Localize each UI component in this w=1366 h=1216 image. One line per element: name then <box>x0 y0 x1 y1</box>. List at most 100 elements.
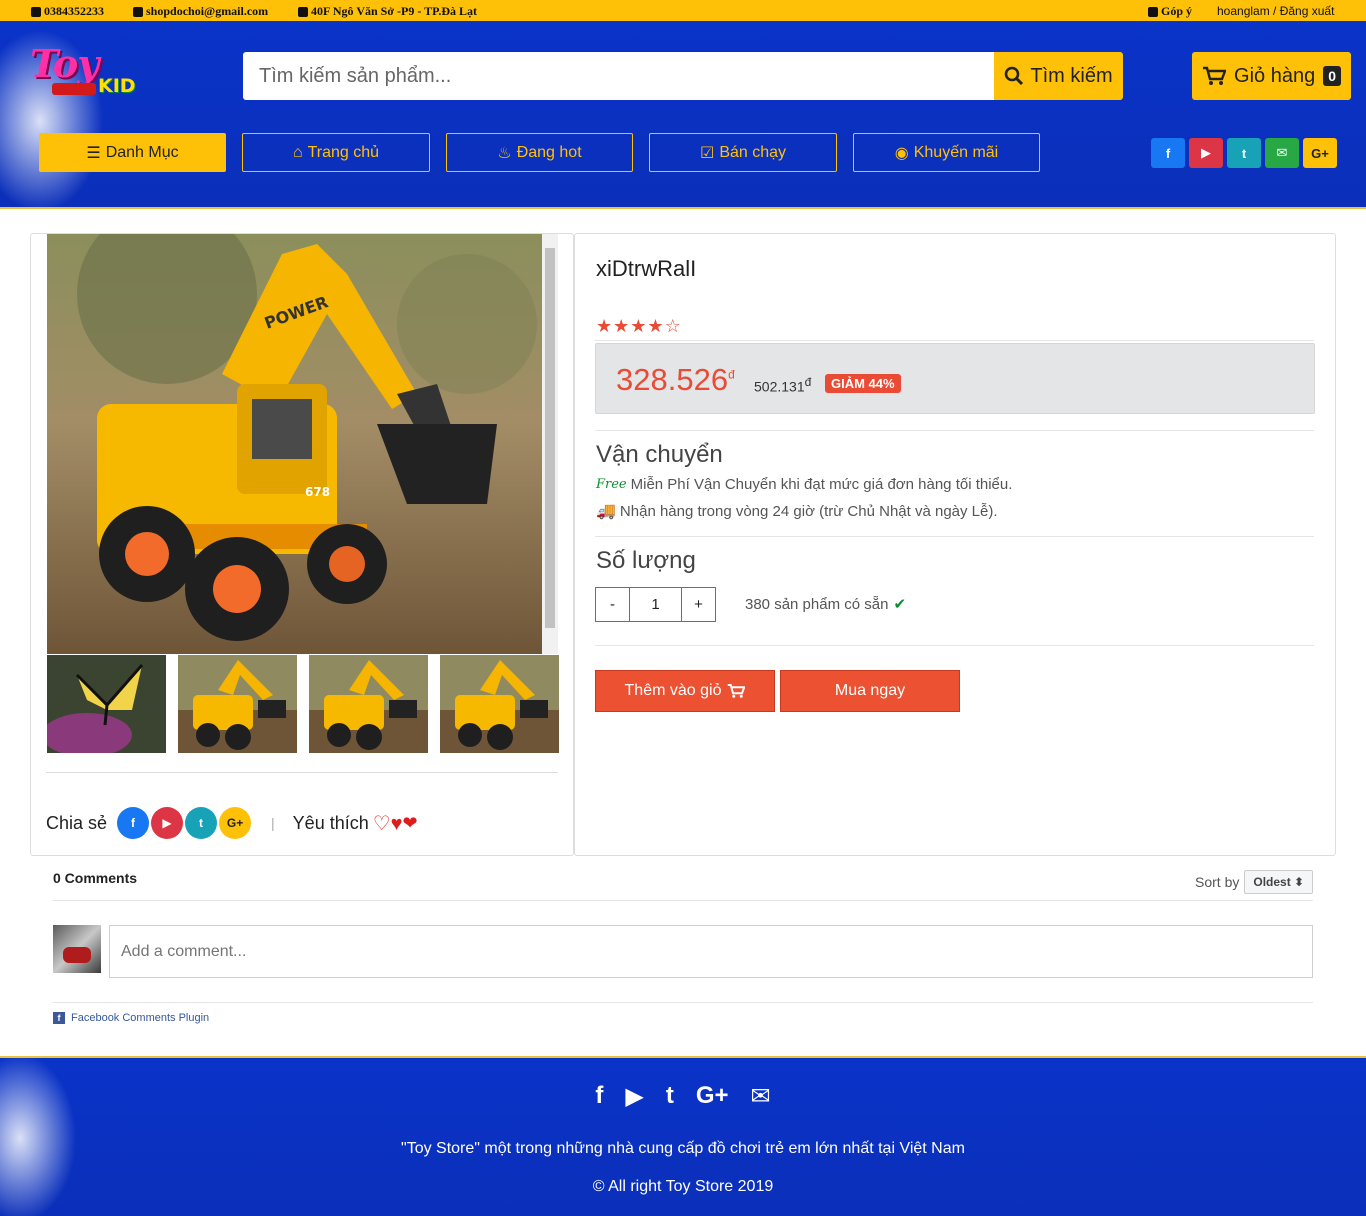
twitter-icon[interactable]: t <box>666 1082 674 1111</box>
qty-plus-button[interactable]: + <box>681 587 716 622</box>
user-logout-label: hoanglam / Đăng xuất <box>1217 4 1335 18</box>
excavator-thumb-image <box>309 655 428 753</box>
scrollbar-thumb[interactable] <box>545 248 555 628</box>
site-header: Toy KID Tìm kiếm Giỏ hàng 0 ☰Danh Mục ⌂T… <box>0 21 1366 209</box>
qty-minus-button[interactable]: - <box>595 587 630 622</box>
email-contact: shopdochoi@gmail.com <box>133 4 268 19</box>
product-gallery: POWER 678 Chia sẻ f ▶ t G+ | Yêu thích ♡… <box>30 233 574 856</box>
google-plus-icon[interactable]: G+ <box>1303 138 1337 168</box>
twitter-icon[interactable]: t <box>185 807 218 839</box>
phone-contact: 0384352233 <box>31 4 104 19</box>
logo-toy-text: Toy <box>30 41 99 86</box>
facebook-plugin-link[interactable]: f Facebook Comments Plugin <box>53 1012 209 1024</box>
facebook-icon[interactable]: f <box>117 807 150 839</box>
search-button-label: Tìm kiếm <box>1030 64 1113 87</box>
buy-now-button[interactable]: Mua ngay <box>780 670 960 712</box>
google-plus-icon[interactable]: G+ <box>219 807 252 839</box>
thumbnail-excavator-1[interactable] <box>178 655 297 753</box>
facebook-icon[interactable]: f <box>595 1082 603 1111</box>
comment-input[interactable] <box>109 925 1313 978</box>
cart-button[interactable]: Giỏ hàng 0 <box>1192 52 1351 100</box>
thumbnail-butterfly[interactable] <box>47 655 166 753</box>
divider <box>595 645 1314 646</box>
facebook-icon[interactable]: f <box>1151 138 1185 168</box>
nav-trang-chu[interactable]: ⌂ Trang chủ <box>242 133 430 172</box>
nav-label: Danh Mục <box>105 143 179 161</box>
like-label: Yêu thích <box>292 812 369 833</box>
thumbnail-excavator-2[interactable] <box>309 655 428 753</box>
heart-icon[interactable]: ♡♥ <box>373 811 403 836</box>
comments-divider <box>53 900 1313 901</box>
nav-ban-chay[interactable]: ☑ Bán chạy <box>649 133 837 172</box>
search-input[interactable] <box>243 52 994 100</box>
excavator-thumb-image <box>440 655 559 753</box>
product-main-image[interactable]: POWER 678 <box>47 234 542 654</box>
truck-icon: 🚚 <box>596 503 616 520</box>
google-plus-icon[interactable]: G+ <box>696 1082 729 1111</box>
user-logout-link[interactable]: hoanglam / Đăng xuất <box>1217 4 1334 18</box>
top-contact-bar: 0384352233 shopdochoi@gmail.com 40F Ngô … <box>0 0 1366 21</box>
star-half-icon: ☆ <box>664 316 682 336</box>
nav-label: Trang chủ <box>307 143 380 161</box>
heartbeat-icon: ❤ <box>402 812 418 833</box>
stock-info: 380 sản phẩm có sẵn ✔ <box>745 595 907 614</box>
free-icon: Free <box>596 477 627 492</box>
footer-tagline: "Toy Store" một trong những nhà cung cấp… <box>401 1140 965 1157</box>
star-icon: ★ <box>647 316 665 336</box>
free-shipping-text: Miễn Phí Vận Chuyển khi đạt mức giá đơn … <box>630 476 1013 493</box>
store-address: 40F Ngô Văn Sở -P9 - TP.Đà Lạt <box>311 4 477 18</box>
search-icon <box>1005 66 1024 86</box>
avatar-bike-image <box>63 947 91 963</box>
email-icon[interactable]: ✉ <box>751 1082 771 1111</box>
image-scrollbar[interactable] <box>542 234 558 654</box>
email-icon[interactable]: ✉ <box>1265 138 1299 168</box>
excavator-thumb-image <box>178 655 297 753</box>
old-price-value: 502.131 <box>754 378 805 395</box>
youtube-icon[interactable]: ▶ <box>1189 138 1223 168</box>
chrome-icon: ◉ <box>894 144 909 162</box>
thumbnail-excavator-3[interactable] <box>440 655 559 753</box>
avatar <box>53 925 101 973</box>
youtube-icon[interactable]: ▶ <box>625 1082 643 1111</box>
phone-icon <box>31 6 41 17</box>
cart-plus-icon <box>728 684 746 698</box>
stock-text: 380 sản phẩm có sẵn <box>745 595 889 613</box>
plugin-label: Facebook Comments Plugin <box>71 1012 210 1024</box>
free-shipping-line: Free Miễn Phí Vận Chuyển khi đạt mức giá… <box>596 476 1012 493</box>
price-value: 328.526 <box>616 362 729 397</box>
add-to-cart-label: Thêm vào giỏ <box>624 682 722 699</box>
product-title: xiDtrwRalI <box>596 256 697 281</box>
double-check-icon: ✔ <box>893 596 907 613</box>
facebook-icon: f <box>53 1012 65 1024</box>
buy-now-label: Mua ngay <box>834 682 906 699</box>
quantity-title: Số lượng <box>596 547 696 574</box>
model-label: 678 <box>305 485 330 499</box>
list-icon: ☰ <box>86 144 101 162</box>
price-currency: đ <box>728 367 735 382</box>
twitter-icon[interactable]: t <box>1227 138 1261 168</box>
nav-danh-muc[interactable]: ☰ Danh Mục <box>39 133 226 172</box>
current-price: 328.526đ <box>616 362 735 398</box>
comment-count: 0 Comments <box>53 870 138 886</box>
comment-sort: Sort by Oldest ⬍ <box>1195 870 1314 894</box>
feedback-link[interactable]: Góp ý <box>1148 4 1192 19</box>
qty-input[interactable]: 1 <box>630 587 681 622</box>
rating-stars: ★★★★☆ <box>596 316 682 337</box>
youtube-icon[interactable]: ▶ <box>151 807 184 839</box>
toy-kid-logo[interactable]: Toy KID <box>30 41 150 101</box>
home-icon: ⌂ <box>292 143 303 161</box>
quantity-stepper: - 1 + <box>595 587 716 622</box>
share-separator: | <box>271 815 275 831</box>
sort-select[interactable]: Oldest ⬍ <box>1244 870 1314 894</box>
add-to-cart-button[interactable]: Thêm vào giỏ <box>595 670 775 712</box>
envelope-icon <box>133 6 143 17</box>
sort-value: Oldest <box>1253 875 1291 889</box>
star-icon: ★ <box>613 316 631 336</box>
nav-label: Đang hot <box>516 143 582 161</box>
share-label: Chia sẻ <box>46 812 108 833</box>
search-button[interactable]: Tìm kiếm <box>994 52 1123 100</box>
sort-label: Sort by <box>1195 874 1240 890</box>
nav-dang-hot[interactable]: ♨ Đang hot <box>446 133 633 172</box>
nav-khuyen-mai[interactable]: ◉ Khuyến mãi <box>853 133 1040 172</box>
old-price: 502.131đ <box>754 375 811 395</box>
